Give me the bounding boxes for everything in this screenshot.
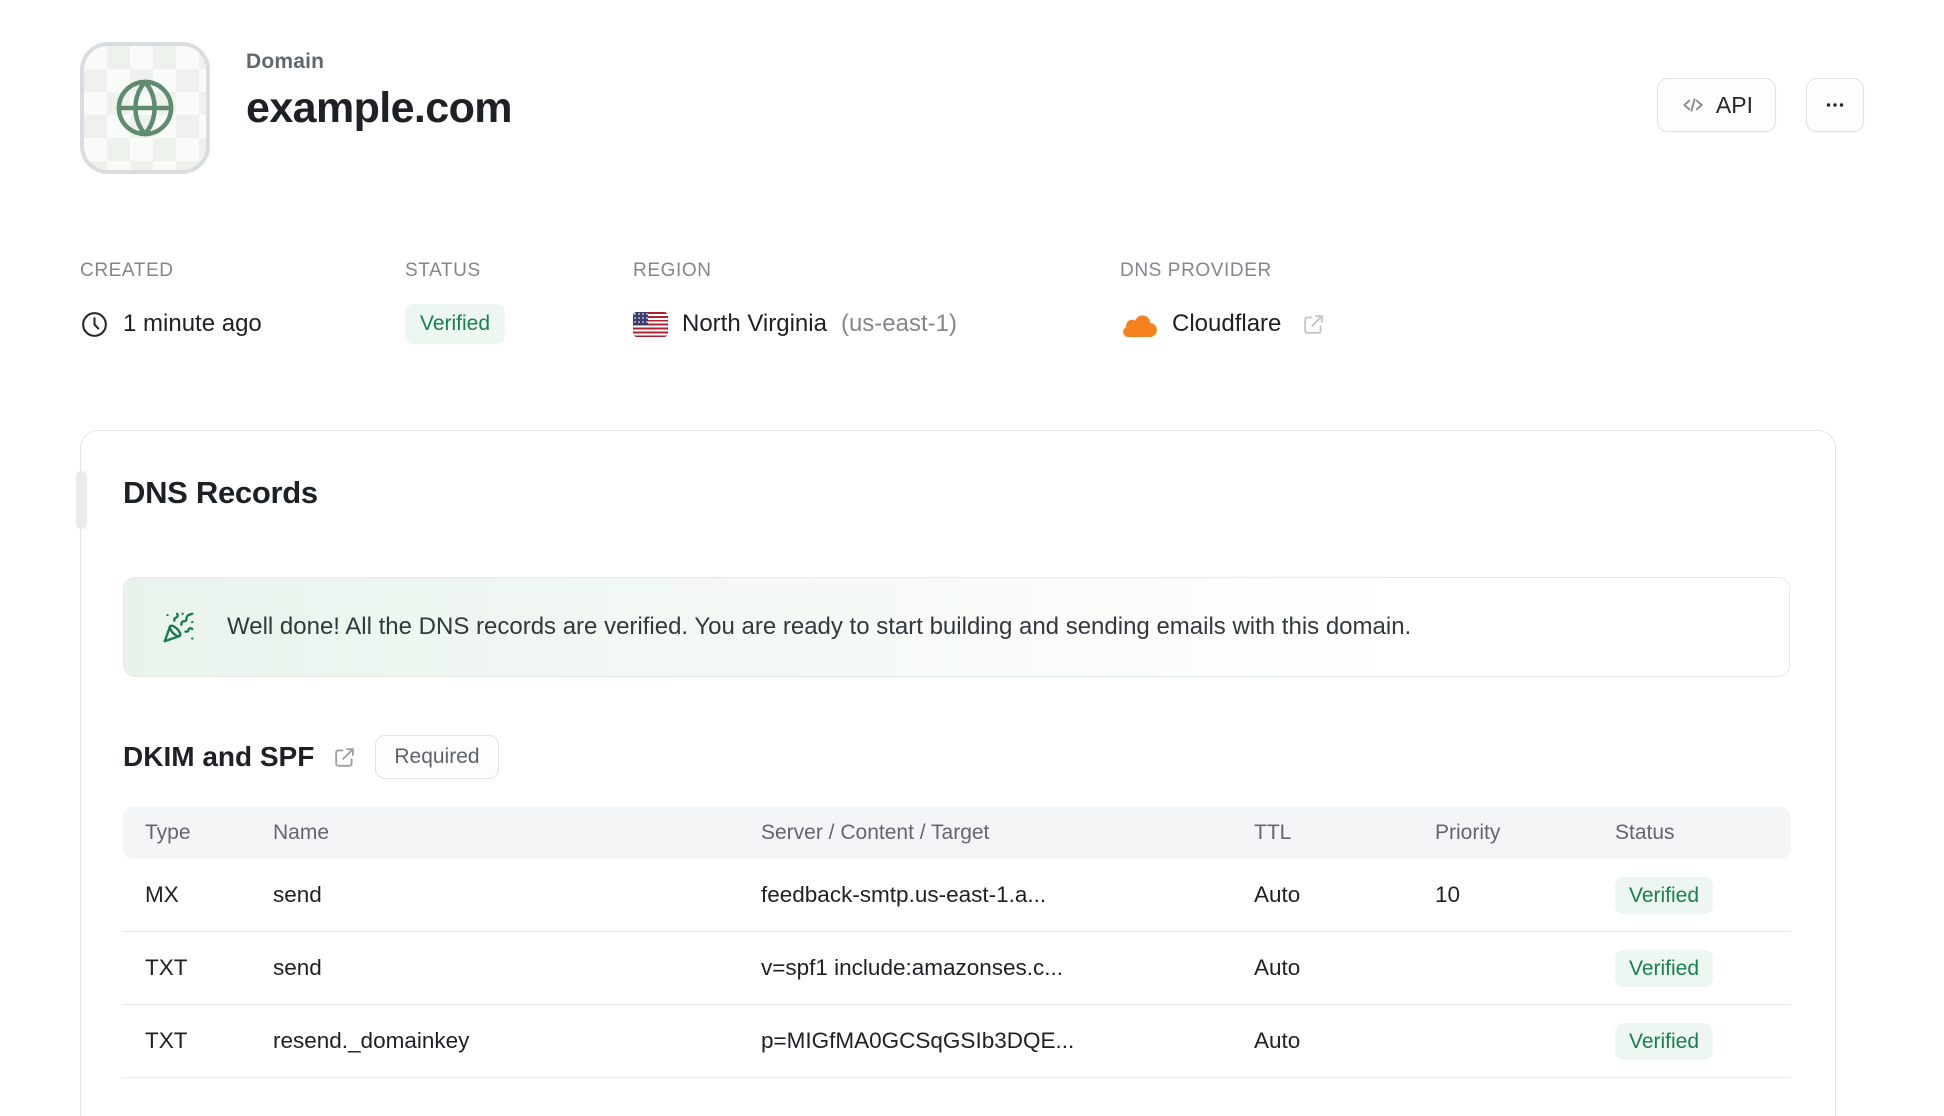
col-ttl: TTL [1254,821,1292,844]
page-title: example.com [246,84,512,132]
ellipsis-icon [1826,103,1844,107]
col-name: Name [273,821,330,844]
party-popper-icon [163,612,194,642]
dns-records-title: DNS Records [123,475,318,510]
meta-created: CREATED 1 minute ago [80,260,405,346]
dns-records-table: Type Name Server / Content / Target TTL … [123,807,1791,1078]
table-header-row: Type Name Server / Content / Target TTL … [123,807,1791,859]
page-eyebrow: Domain [246,50,325,73]
clock-icon [82,311,107,337]
record-name: send [273,882,322,907]
dns-provider-value: Cloudflare [1172,310,1282,337]
meta-region: REGION North Virginia (us-east-1) [633,260,1120,346]
page-header: Domain example.com API [80,42,1864,174]
cloudflare-icon [1123,315,1157,337]
record-status-badge: Verified [1615,950,1714,987]
section-indicator-pill [76,471,87,529]
meta-status: STATUS Verified [405,260,633,346]
region-label: REGION [633,260,712,281]
table-row[interactable]: TXT send v=spf1 include:amazonses.c... A… [123,932,1791,1005]
region-value: North Virginia [682,310,827,337]
record-content: feedback-smtp.us-east-1.a... [761,882,1047,907]
record-ttl: Auto [1254,882,1301,907]
status-badge: Verified [405,304,506,344]
domain-avatar [80,42,210,174]
record-content: v=spf1 include:amazonses.c... [761,955,1064,980]
domain-meta-row: CREATED 1 minute ago STATUS Verified REG… [80,260,1864,346]
dkim-spf-section-head: DKIM and SPF Required [123,735,1790,779]
globe-icon [116,79,174,137]
us-flag-icon [633,311,668,337]
table-row[interactable]: TXT resend._domainkey p=MIGfMA0GCSqGSIb3… [123,1005,1791,1078]
col-content: Server / Content / Target [761,821,990,844]
api-button-label: API [1715,91,1753,118]
record-priority: 10 [1435,882,1461,907]
verified-banner: Well done! All the DNS records are verif… [123,577,1790,677]
region-code: (us-east-1) [840,310,957,337]
record-status-badge: Verified [1615,877,1714,914]
meta-dns-provider: DNS PROVIDER Cloudflare [1120,260,1326,346]
record-name: resend._domainkey [273,1028,470,1053]
title-block: Domain example.com [246,42,512,133]
dns-provider-label: DNS PROVIDER [1120,260,1272,281]
external-link-icon[interactable] [1301,312,1326,337]
dkim-spf-title: DKIM and SPF [123,741,315,772]
col-priority: Priority [1435,821,1501,844]
domain-detail-page: Domain example.com API CREATED 1 minute … [0,0,1944,1116]
record-ttl: Auto [1254,955,1301,980]
code-icon [1683,98,1703,112]
created-label: CREATED [80,260,174,281]
col-type: Type [145,821,191,844]
header-actions: API [1656,42,1864,132]
col-status: Status [1615,821,1675,844]
status-label: STATUS [405,260,481,281]
record-name: send [273,955,322,980]
record-type: TXT [145,955,188,980]
table-row[interactable]: MX send feedback-smtp.us-east-1.a... Aut… [123,859,1791,932]
record-status-badge: Verified [1615,1023,1714,1060]
required-badge: Required [375,735,499,779]
api-button[interactable]: API [1656,78,1776,132]
more-options-button[interactable] [1806,78,1864,132]
record-type: TXT [145,1028,188,1053]
dns-records-card: DNS Records Well done! All the DNS recor… [76,430,1836,1116]
record-ttl: Auto [1254,1028,1301,1053]
record-content: p=MIGfMA0GCSqGSIb3DQE... [761,1028,1075,1053]
created-value: 1 minute ago [123,310,262,337]
external-link-icon[interactable] [332,745,357,770]
record-type: MX [145,882,179,907]
banner-text: Well done! All the DNS records are verif… [227,613,1412,640]
